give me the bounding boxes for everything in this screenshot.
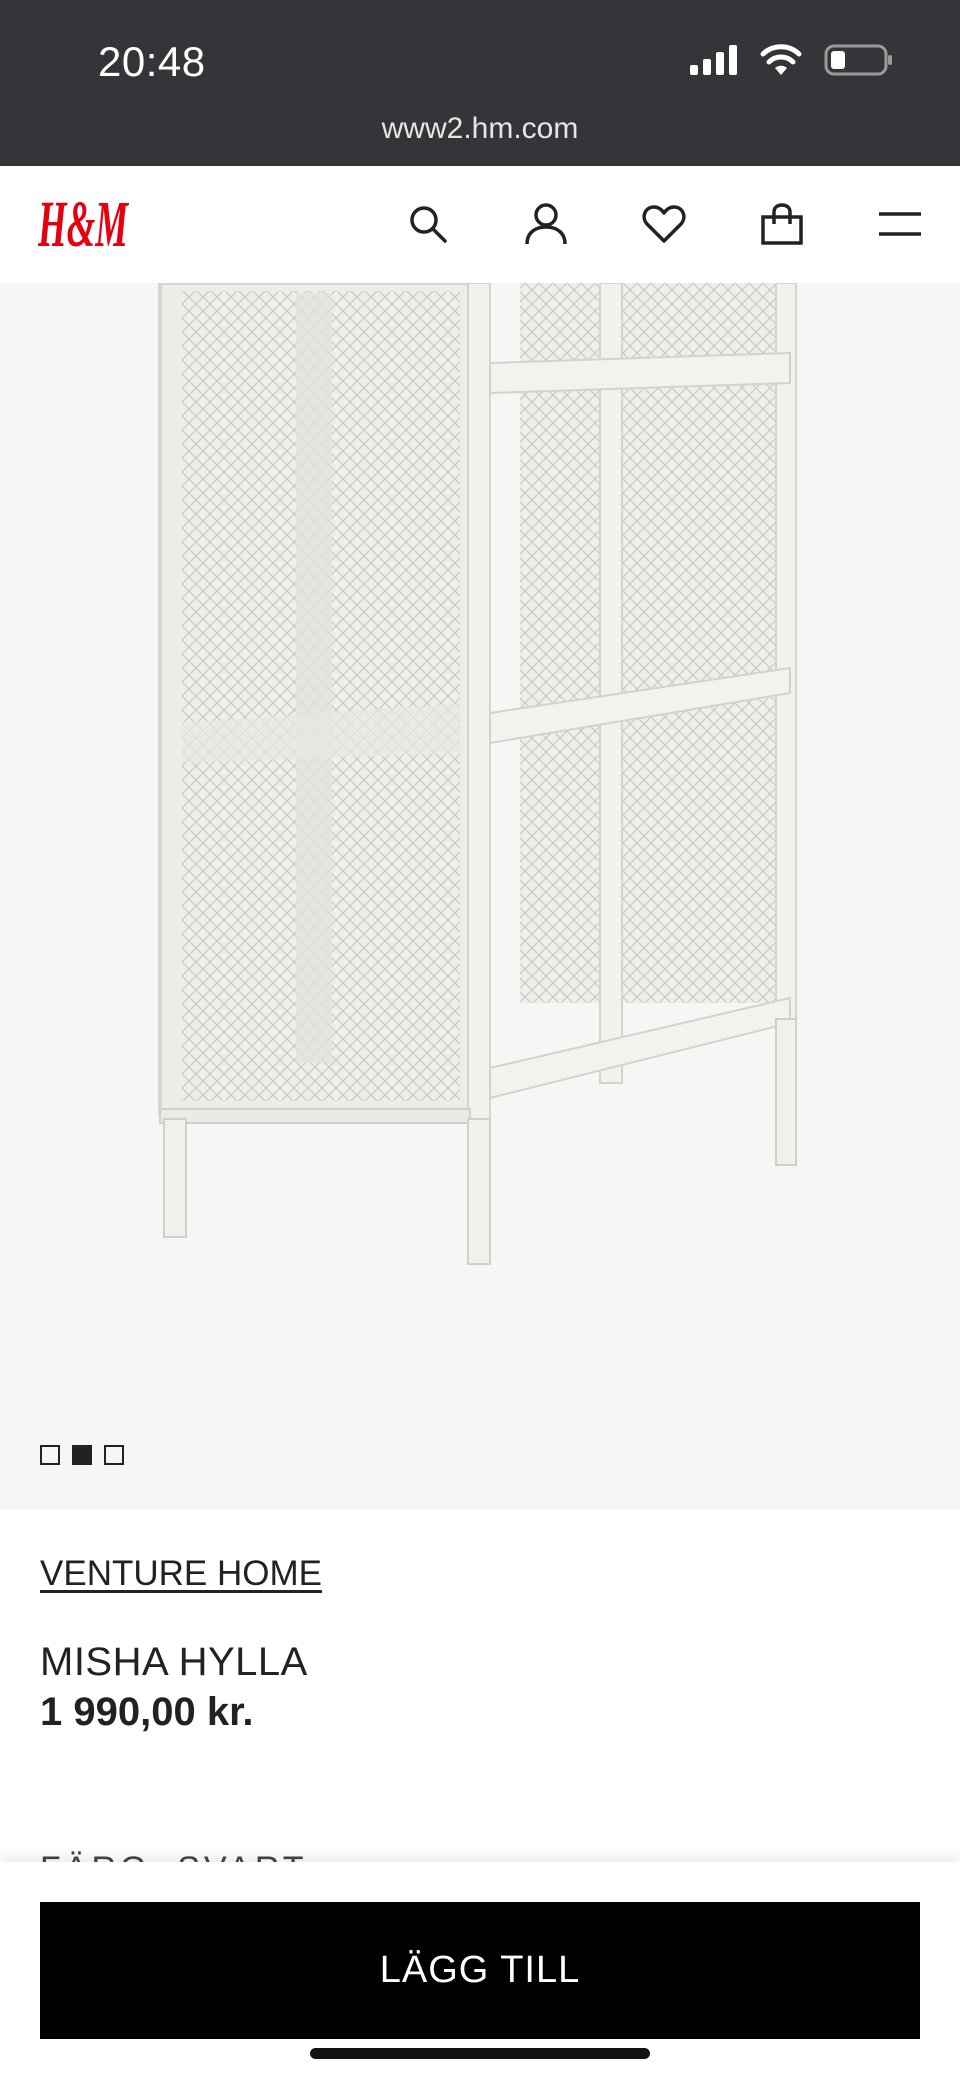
brand-link[interactable]: VENTURE HOME: [40, 1554, 322, 1594]
cart-button[interactable]: [756, 198, 808, 250]
search-button[interactable]: [402, 198, 454, 250]
product-image-gallery[interactable]: [0, 283, 960, 1510]
search-icon: [410, 206, 447, 243]
product-price: 1 990,00 kr.: [40, 1690, 254, 1734]
menu-icon: [879, 212, 921, 236]
battery-icon: [824, 44, 892, 76]
gallery-dot-active[interactable]: [72, 1445, 92, 1465]
menu-button[interactable]: [874, 198, 926, 250]
favorites-button[interactable]: [638, 198, 690, 250]
product-name: MISHA HYLLA: [40, 1640, 308, 1684]
status-bar: 20:48 www2.hm.com: [0, 0, 960, 166]
hm-logo[interactable]: H&M: [38, 184, 130, 262]
account-icon: [525, 203, 567, 245]
status-icons: [690, 44, 894, 76]
gallery-pagination: [40, 1445, 124, 1465]
wifi-icon: [760, 44, 802, 75]
home-indicator: [310, 2048, 650, 2059]
gallery-dot[interactable]: [104, 1445, 124, 1465]
heart-icon: [642, 205, 686, 243]
status-time: 20:48: [98, 38, 206, 85]
svg-text:H&M: H&M: [38, 188, 129, 261]
add-to-cart-bar: LÄGG TILL: [0, 1862, 960, 2078]
product-image: [158, 283, 797, 1265]
add-to-cart-button[interactable]: LÄGG TILL: [40, 1902, 920, 2039]
address-bar-url[interactable]: www2.hm.com: [0, 112, 960, 146]
gallery-dot[interactable]: [40, 1445, 60, 1465]
bag-icon: [761, 203, 803, 245]
signal-icon: [690, 45, 737, 75]
site-header: H&M: [0, 166, 960, 283]
account-button[interactable]: [520, 198, 572, 250]
